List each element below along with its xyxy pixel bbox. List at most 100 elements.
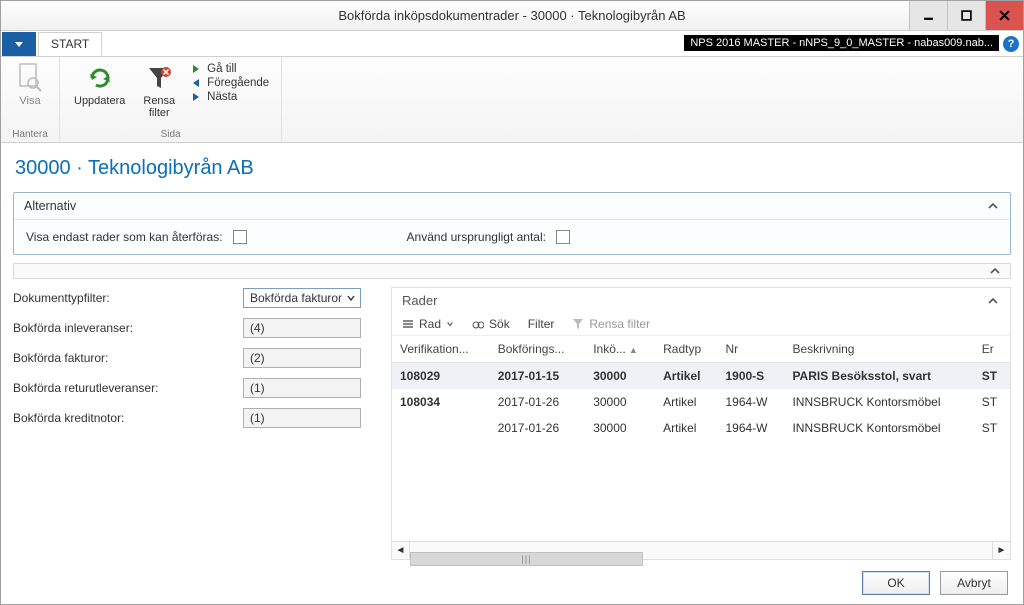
main-columns: Dokumenttypfilter: Bokförda fakturor Bok… [13, 287, 1011, 560]
page-title: 30000 · Teknologibyrån AB [15, 157, 1011, 180]
col-inkop[interactable]: Inkö...▲ [585, 336, 655, 363]
alternativ-body: Visa endast rader som kan återföras: Anv… [14, 220, 1010, 254]
nasta-link[interactable]: Nästa [191, 91, 269, 103]
cell-er: ST [974, 415, 1010, 441]
sok-button[interactable]: Sök [472, 317, 510, 331]
filter-value-field[interactable]: (1) [243, 378, 361, 398]
cell-er: ST [974, 363, 1010, 390]
filter-row: Bokförda returutleveranser: (1) [13, 377, 373, 399]
ok-button[interactable]: OK [862, 571, 930, 595]
funnel-clear-icon [572, 318, 584, 330]
uppdatera-button[interactable]: Uppdatera [68, 59, 131, 111]
table-row[interactable]: 108029 2017-01-15 30000 Artikel 1900-S P… [392, 363, 1010, 390]
rader-panel: Rader Rad Sök Filter [391, 287, 1011, 560]
visa-endast-checkbox[interactable] [233, 230, 247, 244]
col-bokforings[interactable]: Bokförings... [490, 336, 585, 363]
document-magnify-icon [15, 63, 45, 93]
table-header-row: Verifikation... Bokförings... Inkö...▲ R… [392, 336, 1010, 363]
col-beskrivning[interactable]: Beskrivning [784, 336, 973, 363]
cell-inkop: 30000 [585, 389, 655, 415]
table-row[interactable]: 2017-01-26 30000 Artikel 1964-W INNSBRUC… [392, 415, 1010, 441]
col-radtyp[interactable]: Radtyp [655, 336, 717, 363]
dokumenttyp-select[interactable]: Bokförda fakturor [243, 288, 361, 308]
ribbon-tabs: START NPS 2016 MASTER - nNPS_9_0_MASTER … [1, 31, 1023, 57]
rader-header[interactable]: Rader [392, 288, 1010, 313]
scroll-left-button[interactable]: ◄ [392, 542, 410, 559]
maximize-button[interactable] [947, 1, 985, 30]
help-icon[interactable]: ? [1003, 36, 1019, 52]
database-info: NPS 2016 MASTER - nNPS_9_0_MASTER - naba… [684, 35, 999, 51]
alternativ-panel: Alternativ Visa endast rader som kan åte… [13, 192, 1011, 255]
dokumenttyp-label: Dokumenttypfilter: [13, 291, 243, 305]
cell-bokforings: 2017-01-26 [490, 389, 585, 415]
cell-bokforings: 2017-01-15 [490, 363, 585, 390]
horizontal-scrollbar[interactable]: ◄ ||| ► [392, 541, 1010, 559]
close-button[interactable] [985, 1, 1023, 30]
cell-radtyp: Artikel [655, 389, 717, 415]
tab-start[interactable]: START [38, 32, 102, 56]
group-label-sida: Sida [161, 129, 181, 142]
cell-bokforings: 2017-01-26 [490, 415, 585, 441]
cell-beskrivning: PARIS Besöksstol, svart [784, 363, 973, 390]
alternativ-title: Alternativ [24, 199, 76, 213]
rader-table-wrap: Verifikation... Bokförings... Inkö...▲ R… [392, 336, 1010, 441]
file-menu[interactable] [2, 32, 36, 56]
filter-row: Bokförda kreditnotor: (1) [13, 407, 373, 429]
rader-title: Rader [402, 293, 437, 308]
cell-nr: 1900-S [717, 363, 784, 390]
ga-till-link[interactable]: Gå till [191, 63, 269, 75]
avbryt-button[interactable]: Avbryt [940, 571, 1008, 595]
filter-label: Bokförda kreditnotor: [13, 411, 243, 425]
page-nav-list: Gå till Föregående Nästa [187, 59, 273, 107]
content-area: 30000 · Teknologibyrån AB Alternativ Vis… [1, 143, 1023, 570]
cell-verifikation: 108034 [392, 389, 490, 415]
alternativ-header[interactable]: Alternativ [14, 193, 1010, 220]
cell-nr: 1964-W [717, 389, 784, 415]
cell-nr: 1964-W [717, 415, 784, 441]
filter-label: Bokförda returutleveranser: [13, 381, 243, 395]
filter-value-field[interactable]: (1) [243, 408, 361, 428]
filter-row: Bokförda fakturor: (2) [13, 347, 373, 369]
filter-value-field[interactable]: (4) [243, 318, 361, 338]
chevron-up-icon [986, 199, 1000, 213]
cell-verifikation [392, 415, 490, 441]
cell-beskrivning: INNSBRUCK Kontorsmöbel [784, 415, 973, 441]
rensa-filter-button-small[interactable]: Rensa filter [572, 317, 650, 331]
scroll-right-button[interactable]: ► [992, 542, 1010, 559]
collapse-bar[interactable] [13, 263, 1011, 279]
rensa-filter-label: Rensa filter [143, 95, 175, 119]
filter-row: Bokförda inleveranser: (4) [13, 317, 373, 339]
dokumenttyp-value: Bokförda fakturor [250, 291, 342, 305]
refresh-icon [85, 63, 115, 93]
scroll-thumb[interactable]: ||| [410, 552, 643, 566]
anvand-ursprungligt-option: Använd ursprungligt antal: [407, 230, 570, 244]
group-label-hantera: Hantera [12, 129, 48, 142]
dokumenttyp-row: Dokumenttypfilter: Bokförda fakturor [13, 287, 373, 309]
titlebar: Bokförda inköpsdokumentrader - 30000 · T… [1, 1, 1023, 31]
col-verifikation[interactable]: Verifikation... [392, 336, 490, 363]
funnel-clear-icon [144, 63, 174, 93]
filter-button[interactable]: Filter [528, 317, 555, 331]
rensa-filter-button[interactable]: Rensa filter [137, 59, 181, 123]
ribbon: Visa Hantera Uppdatera [1, 57, 1023, 143]
filters-column: Dokumenttypfilter: Bokförda fakturor Bok… [13, 287, 373, 560]
table-row[interactable]: 108034 2017-01-26 30000 Artikel 1964-W I… [392, 389, 1010, 415]
filter-value-field[interactable]: (2) [243, 348, 361, 368]
rad-menu[interactable]: Rad [402, 317, 454, 331]
binoculars-icon [472, 318, 484, 330]
cell-radtyp: Artikel [655, 415, 717, 441]
sort-asc-icon: ▲ [629, 345, 638, 355]
foregaende-link[interactable]: Föregående [191, 77, 269, 89]
col-nr[interactable]: Nr [717, 336, 784, 363]
cell-beskrivning: INNSBRUCK Kontorsmöbel [784, 389, 973, 415]
visa-button[interactable]: Visa [9, 59, 51, 111]
rader-table: Verifikation... Bokförings... Inkö...▲ R… [392, 336, 1010, 441]
cell-er: ST [974, 389, 1010, 415]
anvand-ursprungligt-checkbox[interactable] [556, 230, 570, 244]
cell-inkop: 30000 [585, 363, 655, 390]
cell-inkop: 30000 [585, 415, 655, 441]
minimize-button[interactable] [909, 1, 947, 30]
col-er[interactable]: Er [974, 336, 1010, 363]
chevron-down-icon [446, 320, 454, 328]
arrow-left-icon [191, 78, 201, 88]
